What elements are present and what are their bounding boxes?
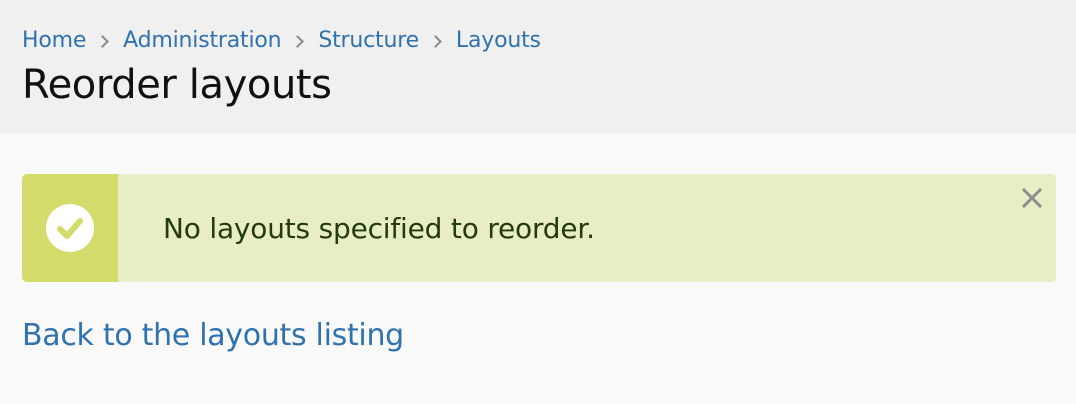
breadcrumb-structure-link[interactable]: Structure	[318, 28, 419, 53]
page-header: Home Administration Structure Layouts Re…	[0, 0, 1076, 134]
breadcrumb-administration-link[interactable]: Administration	[123, 28, 281, 53]
chevron-right-icon	[96, 34, 110, 48]
message-icon-bar	[22, 174, 118, 282]
status-message: No layouts specified to reorder.	[22, 174, 1056, 282]
checkmark-icon	[57, 218, 83, 239]
breadcrumb-layouts-link[interactable]: Layouts	[456, 28, 541, 53]
breadcrumb: Home Administration Structure Layouts	[22, 26, 541, 54]
message-text: No layouts specified to reorder.	[163, 212, 595, 245]
breadcrumb-home-link[interactable]: Home	[22, 28, 86, 53]
chevron-right-icon	[429, 34, 442, 48]
back-to-layouts-link[interactable]: Back to the layouts listing	[22, 318, 404, 353]
close-icon	[1021, 187, 1043, 209]
check-circle-icon	[46, 204, 94, 252]
chevron-right-icon	[291, 34, 305, 48]
close-message-button[interactable]	[1018, 184, 1046, 212]
page-title: Reorder layouts	[22, 62, 332, 108]
